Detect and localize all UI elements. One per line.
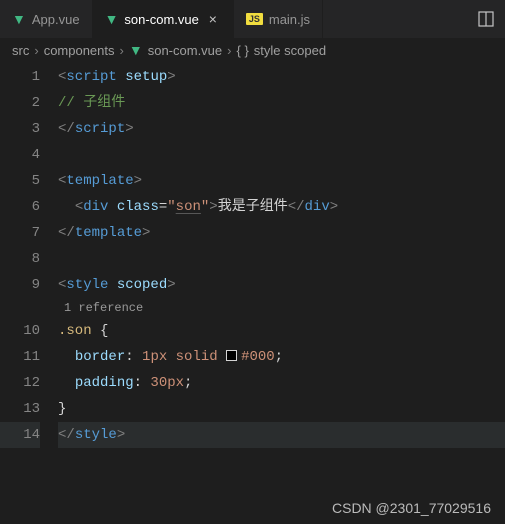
color-swatch[interactable]: [226, 350, 237, 361]
breadcrumb-segment[interactable]: components: [44, 43, 115, 58]
tab-main-js[interactable]: JS main.js: [234, 0, 323, 38]
tab-son-com-vue[interactable]: ▼ son-com.vue ×: [93, 0, 234, 38]
editor-tabs: ▼ App.vue ▼ son-com.vue × JS main.js: [0, 0, 505, 38]
tab-label: main.js: [269, 12, 310, 27]
vue-icon: ▼: [129, 42, 143, 58]
code-editor[interactable]: 1 2 3 4 5 6 7 8 9 10 11 12 13 14 <script…: [0, 62, 505, 448]
breadcrumb-segment[interactable]: style scoped: [254, 43, 326, 58]
split-editor-icon[interactable]: [467, 0, 505, 38]
watermark: CSDN @2301_77029516: [332, 500, 491, 516]
chevron-right-icon: ›: [34, 43, 38, 58]
tab-label: son-com.vue: [124, 12, 198, 27]
chevron-right-icon: ›: [120, 43, 124, 58]
vue-icon: ▼: [105, 11, 119, 27]
tab-label: App.vue: [32, 12, 80, 27]
code-lens[interactable]: 1 reference: [58, 298, 505, 318]
breadcrumb-segment[interactable]: src: [12, 43, 29, 58]
close-icon[interactable]: ×: [205, 11, 221, 27]
tab-app-vue[interactable]: ▼ App.vue: [0, 0, 93, 38]
brackets-icon: { }: [236, 43, 248, 58]
code-area[interactable]: <script setup> // 子组件 </script> <templat…: [58, 64, 505, 448]
breadcrumb-segment[interactable]: son-com.vue: [148, 43, 222, 58]
breadcrumb[interactable]: src › components › ▼ son-com.vue › { } s…: [0, 38, 505, 62]
js-icon: JS: [246, 13, 263, 25]
chevron-right-icon: ›: [227, 43, 231, 58]
vue-icon: ▼: [12, 11, 26, 27]
line-numbers: 1 2 3 4 5 6 7 8 9 10 11 12 13 14: [0, 64, 58, 448]
